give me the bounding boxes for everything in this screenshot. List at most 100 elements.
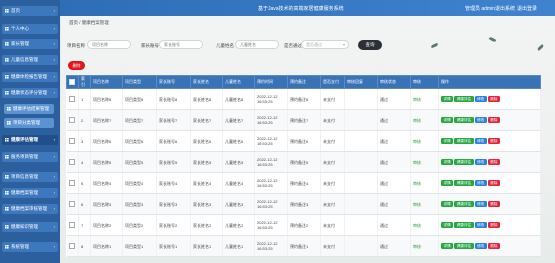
delete-button[interactable]: 删除 — [487, 138, 500, 144]
row-select-cell[interactable] — [66, 109, 79, 131]
audit-link[interactable]: 审核 — [410, 130, 439, 152]
table-cell: 项目名称5 — [90, 151, 123, 173]
query-button[interactable]: 查询 — [358, 40, 382, 50]
edit-button[interactable]: 修改 — [474, 117, 487, 123]
row-select-cell[interactable] — [66, 130, 79, 152]
detail-button[interactable]: 详情 — [441, 96, 454, 102]
audit-link[interactable]: 审核 — [410, 193, 439, 215]
edit-button[interactable]: 修改 — [474, 138, 487, 144]
health-evaluation-button[interactable]: 健康评估 — [454, 201, 474, 207]
breadcrumb-home[interactable]: 首页 — [69, 20, 78, 25]
edit-button[interactable]: 修改 — [474, 201, 487, 207]
detail-button[interactable]: 详情 — [441, 180, 454, 186]
detail-button[interactable]: 详情 — [441, 138, 454, 144]
sidebar-item-label: 服务项目管理 — [11, 154, 38, 159]
health-evaluation-button[interactable]: 健康评估 — [454, 222, 474, 228]
sidebar-item-health-evaluation-management[interactable]: 健康评估管理 › — [2, 135, 58, 145]
parent-account-input[interactable] — [159, 40, 203, 49]
table-cell — [344, 109, 378, 131]
sidebar-item-service-project-management[interactable]: 服务项目管理 › — [2, 152, 58, 162]
health-evaluation-button[interactable]: 健康评估 — [454, 159, 474, 165]
row-checkbox[interactable] — [68, 137, 75, 144]
batch-delete-button[interactable]: 删除 — [68, 61, 85, 70]
sidebar-item-parent-management[interactable]: 家长管理 › — [2, 39, 58, 49]
table-cell: 通过 — [377, 130, 411, 152]
table-cell: 家长姓名3 — [190, 193, 223, 215]
row-actions: 详情 健康评估 修改 删除 — [438, 193, 541, 215]
sidebar-item-health-knowledge-management[interactable]: 健康知识管理 › — [2, 222, 58, 232]
table-cell — [344, 88, 378, 110]
sidebar-item-label: 家长管理 — [11, 41, 29, 46]
grid-icon — [5, 42, 9, 46]
row-checkbox[interactable] — [68, 116, 75, 123]
row-checkbox[interactable] — [68, 158, 75, 165]
row-checkbox[interactable] — [68, 242, 75, 249]
table-cell: 通过 — [377, 193, 411, 215]
detail-button[interactable]: 详情 — [441, 243, 454, 249]
sidebar-item-health-result-management[interactable]: 健康评估结果管理 — [4, 104, 54, 114]
edit-button[interactable]: 修改 — [474, 222, 487, 228]
exit-system-link[interactable]: 退出系统 — [495, 5, 515, 12]
row-select-cell[interactable] — [66, 235, 79, 257]
table-cell: 预约备注1 — [287, 235, 321, 257]
sidebar-item-project-info-management[interactable]: 项目信息管理 › — [2, 172, 58, 182]
audit-link[interactable]: 审核 — [410, 109, 439, 131]
edit-button[interactable]: 修改 — [474, 180, 487, 186]
sidebar-item-health-record-audit-management[interactable]: 健康档案审核管理 › — [2, 204, 58, 214]
audit-link[interactable]: 审核 — [410, 214, 439, 236]
delete-button[interactable]: 删除 — [487, 117, 500, 123]
sidebar-item-home[interactable]: 首页 › — [2, 6, 58, 16]
chevron-right-icon: › — [53, 190, 55, 195]
row-checkbox[interactable] — [68, 179, 75, 186]
sidebar-item-project-category-management[interactable]: 项目分类管理 — [4, 118, 54, 128]
sidebar-item-health-score-management[interactable]: 健康状态评分管理 › — [2, 88, 58, 98]
delete-button[interactable]: 删除 — [487, 201, 500, 207]
delete-button[interactable]: 删除 — [487, 159, 500, 165]
health-evaluation-button[interactable]: 健康评估 — [454, 117, 474, 123]
approved-select[interactable]: 是否通过 ▾ — [301, 40, 349, 49]
table-row: 3 项目名称6 项目类型6 家长账号6 家长姓名6 儿童姓名6 2022-12-12 16:… — [66, 130, 541, 152]
sidebar: 首页 › 个人中心 › 家长管理 › 儿童信息管理 › 健康体检报告管理 › 健康状态评分管理 › 健康… — [0, 0, 60, 263]
audit-link[interactable]: 审核 — [410, 235, 439, 257]
row-select-cell[interactable] — [66, 88, 79, 110]
detail-button[interactable]: 详情 — [441, 222, 454, 228]
audit-link[interactable]: 审核 — [410, 88, 439, 110]
logout-link[interactable]: 退出登录 — [517, 5, 537, 12]
select-all-checkbox[interactable] — [69, 78, 75, 85]
project-name-input[interactable] — [87, 40, 131, 49]
sidebar-item-system-management[interactable]: 系统管理 › — [2, 242, 58, 252]
delete-button[interactable]: 删除 — [487, 96, 500, 102]
row-select-cell[interactable] — [66, 151, 79, 173]
detail-button[interactable]: 详情 — [441, 159, 454, 165]
table-cell: 2022-12-12 16:53:25 — [254, 193, 288, 215]
select-all-header[interactable] — [66, 75, 79, 89]
sidebar-item-health-record-management[interactable]: 健康档案管理 › — [2, 188, 58, 198]
sidebar-item-child-info-management[interactable]: 儿童信息管理 › — [2, 55, 58, 65]
edit-button[interactable]: 修改 — [474, 96, 487, 102]
health-evaluation-button[interactable]: 健康评估 — [454, 243, 474, 249]
sidebar-item-label: 健康体检报告管理 — [11, 74, 47, 79]
sidebar-item-health-report-management[interactable]: 健康体检报告管理 › — [2, 72, 58, 82]
detail-button[interactable]: 详情 — [441, 201, 454, 207]
row-checkbox[interactable] — [68, 221, 75, 228]
detail-button[interactable]: 详情 — [441, 117, 454, 123]
audit-link[interactable]: 审核 — [410, 172, 439, 194]
row-select-cell[interactable] — [66, 214, 79, 236]
edit-button[interactable]: 修改 — [474, 159, 487, 165]
delete-button[interactable]: 删除 — [487, 180, 500, 186]
health-evaluation-button[interactable]: 健康评估 — [454, 180, 474, 186]
audit-link[interactable]: 审核 — [410, 151, 439, 173]
delete-button[interactable]: 删除 — [487, 243, 500, 249]
child-name-input[interactable] — [235, 40, 279, 49]
sidebar-item-personal-center[interactable]: 个人中心 › — [2, 24, 58, 34]
row-select-cell[interactable] — [66, 193, 79, 215]
row-checkbox[interactable] — [68, 200, 75, 207]
edit-button[interactable]: 修改 — [474, 243, 487, 249]
delete-button[interactable]: 删除 — [487, 222, 500, 228]
chevron-right-icon: › — [53, 154, 55, 159]
health-evaluation-button[interactable]: 健康评估 — [454, 96, 474, 102]
table-cell: 预约备注2 — [287, 214, 321, 236]
health-evaluation-button[interactable]: 健康评估 — [454, 138, 474, 144]
row-select-cell[interactable] — [66, 172, 79, 194]
row-checkbox[interactable] — [68, 95, 75, 102]
